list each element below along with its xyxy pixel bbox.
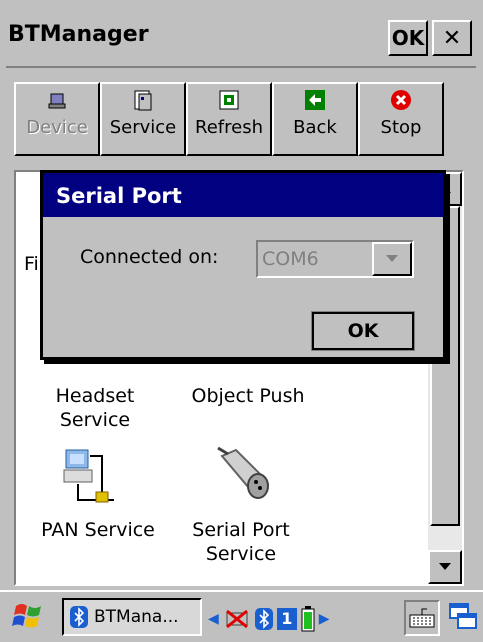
- back-label: Back: [293, 117, 337, 138]
- device-label: Device: [26, 117, 88, 138]
- stop-icon: [389, 88, 413, 112]
- headset-label-line2: Service: [59, 409, 131, 431]
- connected-on-label: Connected on:: [80, 246, 219, 268]
- com-port-dropdown-button[interactable]: [372, 242, 412, 276]
- headset-label-line1: Headset: [55, 385, 135, 407]
- close-icon: ✕: [442, 25, 462, 51]
- system-tray: ◀ 1 ▶: [208, 606, 330, 632]
- toolbar: Device Service Refresh Back Stop: [14, 82, 444, 156]
- device-button[interactable]: Device: [14, 82, 100, 156]
- back-button[interactable]: Back: [272, 82, 358, 156]
- back-arrow-icon: [303, 88, 327, 112]
- service-icon: [131, 88, 155, 112]
- tray-bluetooth-icon[interactable]: [254, 608, 273, 630]
- tray-right-arrow-icon[interactable]: ▶: [319, 611, 330, 627]
- stop-button[interactable]: Stop: [358, 82, 444, 156]
- headset-service-item[interactable]: Headset Service: [40, 384, 150, 432]
- start-button[interactable]: [10, 598, 46, 638]
- chevron-down-icon: [439, 563, 451, 570]
- partial-service-label: Fi: [24, 253, 39, 275]
- ok-title-button[interactable]: OK: [388, 20, 428, 56]
- chevron-down-icon: [386, 255, 398, 262]
- battery-number-indicator[interactable]: 1: [276, 608, 297, 630]
- service-label: Service: [109, 117, 177, 138]
- stop-label: Stop: [380, 117, 422, 138]
- network-disconnected-icon[interactable]: [223, 607, 251, 631]
- keyboard-icon: [409, 608, 435, 628]
- keyboard-button[interactable]: [404, 600, 440, 636]
- serial-label-line1: Serial Port: [192, 519, 290, 541]
- close-button[interactable]: ✕: [432, 20, 472, 56]
- dialog-ok-button[interactable]: OK: [311, 311, 415, 351]
- serial-port-service-item[interactable]: Serial Port Service: [176, 518, 306, 566]
- scroll-down-button[interactable]: [428, 550, 462, 584]
- taskbar-task-label: BTMana...: [94, 607, 179, 627]
- device-icon: [45, 88, 69, 112]
- pan-service-icon: [62, 448, 118, 512]
- title-divider: [6, 66, 476, 68]
- service-button[interactable]: Service: [100, 82, 186, 156]
- taskbar-btmanager-button[interactable]: BTMana...: [62, 598, 202, 636]
- serial-port-icon: [214, 446, 274, 510]
- refresh-label: Refresh: [195, 117, 263, 138]
- window-title: BTManager: [8, 22, 149, 47]
- battery-icon[interactable]: [301, 606, 315, 632]
- windows-flag-icon: [12, 604, 41, 628]
- pan-service-item[interactable]: PAN Service: [28, 518, 168, 542]
- refresh-icon: [217, 88, 241, 112]
- bluetooth-icon: [70, 606, 88, 628]
- tray-left-arrow-icon[interactable]: ◀: [208, 611, 219, 627]
- dialog-title: Serial Port: [56, 184, 182, 208]
- object-push-item[interactable]: Object Push: [176, 384, 320, 408]
- desktop-switch-button[interactable]: [448, 602, 478, 636]
- serial-label-line2: Service: [205, 543, 277, 565]
- refresh-button[interactable]: Refresh: [186, 82, 272, 156]
- windows-switch-icon: [449, 603, 477, 629]
- com-port-value: COM6: [262, 248, 319, 270]
